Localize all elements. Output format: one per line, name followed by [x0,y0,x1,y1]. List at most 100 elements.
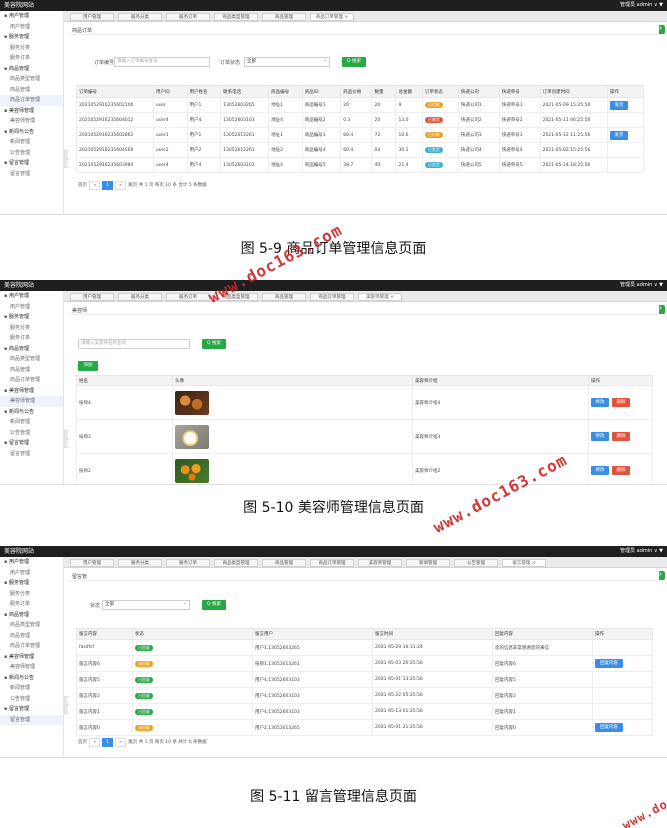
search-button[interactable]: Q 搜索 [202,339,226,349]
pager-last[interactable]: 尾页 [127,740,139,745]
tab-item[interactable]: 美容师管理 × [358,293,402,301]
sidebar-item[interactable]: 用户管理 [0,302,63,313]
sidebar-item[interactable]: 美容师管理 [0,396,63,407]
order-no-input[interactable]: 请输入订单编号查询 [114,57,210,67]
sidebar-item[interactable]: 新闻管理 [0,683,63,694]
user-menu[interactable]: 管理员 admin ∨ ▼ [620,0,663,11]
sidebar-item[interactable]: 新闻与公告 [0,127,63,138]
tab-item[interactable]: 商品管理 [262,293,306,301]
reply-button[interactable]: 回复内容 [595,723,623,732]
pager-last[interactable]: 尾页 [127,183,139,188]
tab-item[interactable]: 服务分类 [118,293,162,301]
tab-item[interactable]: 用户管理 [70,13,114,21]
tab-item[interactable]: 服务订单 [166,13,210,21]
tab-item[interactable]: 服务订单 [166,293,210,301]
sidebar-item[interactable]: 服务订单 [0,599,63,610]
tab-item[interactable]: 商品类型管理 [214,559,258,567]
tab-item[interactable]: 用户管理 [70,293,114,301]
sidebar-item[interactable]: 商品订单管理 [0,95,63,106]
edit-button[interactable]: 修改 [591,432,609,441]
edit-button[interactable]: 修改 [591,398,609,407]
tab-item[interactable]: 服务订单 [166,559,210,567]
tab-item[interactable]: 公告管理 [454,559,498,567]
pager-current[interactable]: 1 [102,181,114,190]
sidebar-item[interactable]: 商品类型管理 [0,354,63,365]
sidebar-item[interactable]: 服务订单 [0,53,63,64]
sidebar-item[interactable]: 新闻与公告 [0,407,63,418]
reply-button[interactable]: 回复内容 [595,659,623,668]
tab-item[interactable]: 美容师管理 [358,559,402,567]
tab-item[interactable]: 留言管理 × [502,559,546,567]
pager-prev[interactable]: « [89,738,101,747]
add-button[interactable]: 添加 [78,361,98,371]
pager-next[interactable]: » [115,738,126,747]
sidebar-item[interactable]: 商品管理 [0,85,63,96]
tab-item[interactable]: 新闻管理 [406,559,450,567]
sidebar-item[interactable]: 美容师管理 [0,386,63,397]
sidebar-item[interactable]: 服务管理 [0,32,63,43]
beautician-name-input[interactable]: 请输入美容师名称查询 [78,339,190,349]
sidebar-item[interactable]: 商品类型管理 [0,620,63,631]
sidebar-item[interactable]: 留言管理 [0,714,63,725]
pager-first[interactable]: 首页 [78,183,88,188]
order-status-select[interactable]: 全部 [244,57,330,67]
sidebar-item[interactable]: 商品管理 [0,631,63,642]
sidebar-item[interactable]: 公告管理 [0,148,63,159]
sidebar-item[interactable]: 留言管理 [0,158,63,169]
sidebar-item[interactable]: 留言管理 [0,438,63,449]
sidebar-item[interactable]: 用户管理 [0,568,63,579]
sidebar-item[interactable]: 商品管理 [0,365,63,376]
tab-item[interactable]: 商品订单管理 [310,293,354,301]
ship-button[interactable]: 发货 [609,100,628,110]
search-button[interactable]: Q 搜索 [202,600,226,610]
sidebar-item[interactable]: 美容师管理 [0,652,63,663]
sidebar-item[interactable]: 商品管理 [0,344,63,355]
tab-item[interactable]: 商品订单管理 [310,559,354,567]
sidebar-item[interactable]: 美容师管理 [0,662,63,673]
sidebar-item[interactable]: 新闻管理 [0,417,63,428]
pager-first[interactable]: 首页 [78,740,88,745]
sidebar-item[interactable]: 留言管理 [0,169,63,180]
delete-button[interactable]: 删除 [612,466,630,475]
sidebar-item[interactable]: 商品管理 [0,610,63,621]
sidebar-item[interactable]: 美容师管理 [0,116,63,127]
tab-item[interactable]: 服务分类 [118,13,162,21]
sidebar-item[interactable]: 用户管理 [0,11,63,22]
sidebar-item[interactable]: 公告管理 [0,694,63,705]
delete-button[interactable]: 删除 [612,432,630,441]
tab-item[interactable]: 商品类型管理 [214,13,258,21]
pager-current[interactable]: 1 [102,738,114,747]
pager-prev[interactable]: « [89,181,101,190]
tab-item[interactable]: 商品订单管理 × [310,13,354,21]
tab-item[interactable]: 商品管理 [262,13,306,21]
search-button[interactable]: Q 搜索 [342,57,366,67]
sidebar-item[interactable]: 商品订单管理 [0,375,63,386]
sidebar-item[interactable]: 服务分类 [0,323,63,334]
sidebar-item[interactable]: 用户管理 [0,291,63,302]
tab-item[interactable]: 用户管理 [70,559,114,567]
sidebar-item[interactable]: 用户管理 [0,557,63,568]
sidebar-item[interactable]: 留言管理 [0,704,63,715]
sidebar-item[interactable]: 服务管理 [0,312,63,323]
status-select[interactable]: 全部 [102,600,190,610]
edit-button[interactable]: 修改 [591,466,609,475]
sidebar-item[interactable]: 留言管理 [0,449,63,460]
sidebar-item[interactable]: 美容师管理 [0,106,63,117]
user-menu[interactable]: 管理员 admin ∨ ▼ [620,280,663,291]
sidebar-item[interactable]: 服务分类 [0,43,63,54]
sidebar-item[interactable]: 新闻管理 [0,137,63,148]
sidebar-item[interactable]: 商品订单管理 [0,641,63,652]
sidebar-item[interactable]: 服务分类 [0,589,63,600]
delete-button[interactable]: 删除 [612,398,630,407]
sidebar-item[interactable]: 用户管理 [0,22,63,33]
sidebar-item[interactable]: 商品管理 [0,64,63,75]
ship-button[interactable]: 发货 [609,130,628,140]
tab-item[interactable]: 服务分类 [118,559,162,567]
sidebar-item[interactable]: 公告管理 [0,428,63,439]
sidebar-item[interactable]: 新闻与公告 [0,673,63,684]
tab-item[interactable]: 商品管理 [262,559,306,567]
sidebar-item[interactable]: 服务订单 [0,333,63,344]
user-menu[interactable]: 管理员 admin ∨ ▼ [620,546,663,557]
sidebar-item[interactable]: 商品类型管理 [0,74,63,85]
sidebar-item[interactable]: 服务管理 [0,578,63,589]
